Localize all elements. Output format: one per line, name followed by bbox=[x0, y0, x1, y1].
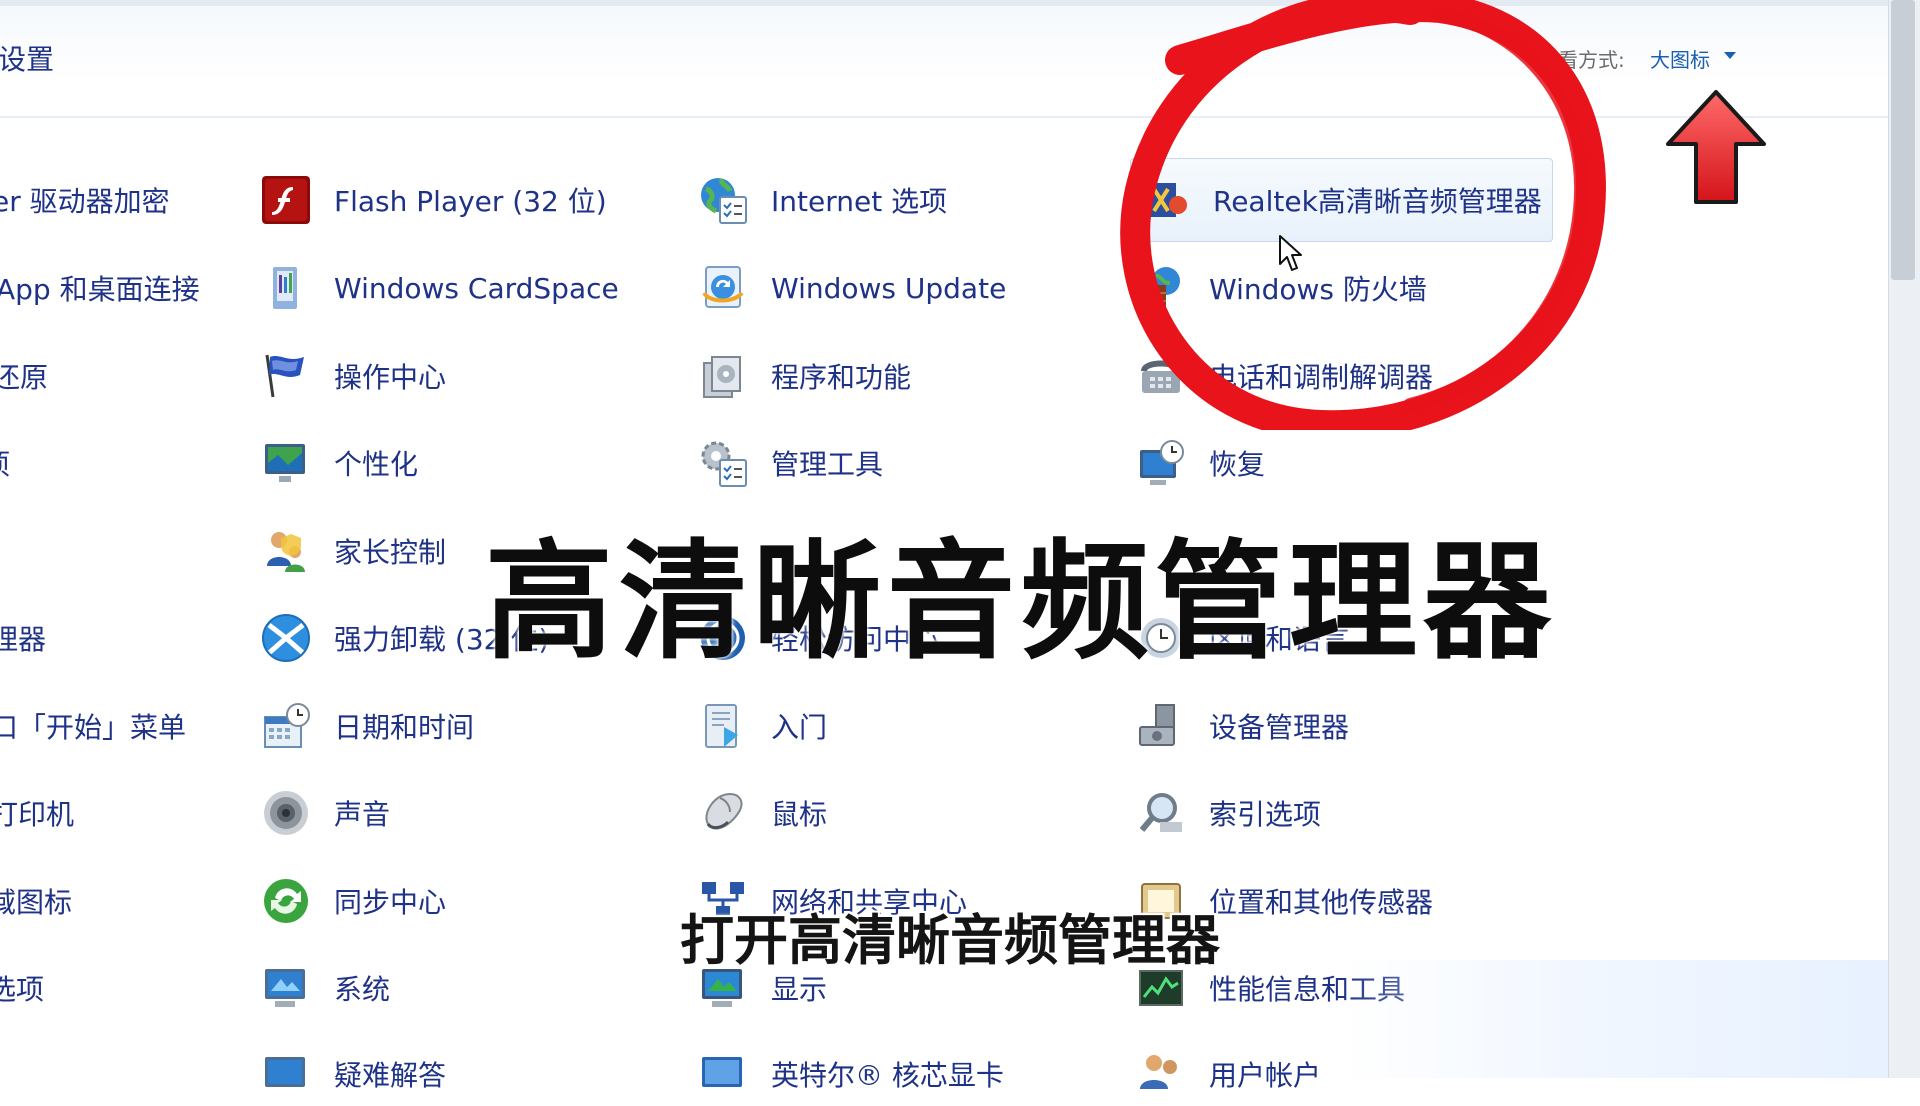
item-notification-icons[interactable]: 域图标 bbox=[0, 869, 72, 933]
intel-icon bbox=[697, 1048, 749, 1100]
datetime-icon bbox=[260, 700, 312, 752]
item-mouse[interactable]: 鼠标 bbox=[697, 781, 827, 845]
item-cardspace[interactable]: Windows CardSpace bbox=[260, 256, 619, 320]
item-folder-options[interactable]: 项 bbox=[0, 431, 10, 495]
item-remoteapp[interactable]: App 和桌面连接 bbox=[0, 256, 200, 320]
recovery-icon bbox=[1135, 437, 1187, 489]
item-getting-started[interactable]: 入门 bbox=[697, 694, 827, 758]
phone-icon bbox=[1135, 350, 1187, 402]
item-admin-tools[interactable]: 管理工具 bbox=[697, 431, 883, 495]
programs-icon bbox=[697, 350, 749, 402]
firewall-icon bbox=[1135, 262, 1187, 314]
item-date-time[interactable]: 日期和时间 bbox=[260, 694, 474, 758]
speaker-icon bbox=[260, 787, 312, 839]
item-restore[interactable]: 还原 bbox=[0, 344, 48, 408]
item-action-center[interactable]: 操作中心 bbox=[260, 344, 446, 408]
user-accounts-icon bbox=[1135, 1048, 1187, 1100]
admin-tools-icon bbox=[697, 437, 749, 489]
item-programs-features[interactable]: 程序和功能 bbox=[697, 344, 911, 408]
item-bitlocker[interactable]: er 驱动器加密 bbox=[0, 168, 170, 232]
video-subtitle: 打开高清晰音频管理器 bbox=[680, 909, 1220, 972]
sync-icon bbox=[260, 875, 312, 927]
system-icon bbox=[260, 962, 312, 1014]
item-indexing-options[interactable]: 索引选项 bbox=[1135, 781, 1321, 845]
item-options[interactable]: 选项 bbox=[0, 956, 44, 1020]
flash-icon bbox=[260, 174, 312, 226]
device-manager-icon bbox=[1135, 700, 1187, 752]
uninstall-icon bbox=[260, 612, 312, 664]
mouse-cursor-icon bbox=[1279, 235, 1302, 271]
item-credential-manager[interactable]: 理器 bbox=[0, 606, 46, 670]
update-icon bbox=[697, 262, 749, 314]
overlay-caption-title: 高清晰音频管理器 bbox=[485, 528, 1558, 677]
item-taskbar-start[interactable]: 口「开始」菜单 bbox=[0, 694, 186, 758]
indexing-icon bbox=[1135, 787, 1187, 839]
item-flash-player[interactable]: Flash Player (32 位) bbox=[260, 168, 607, 232]
personalize-icon bbox=[260, 437, 312, 489]
item-intel-graphics[interactable]: 英特尔® 核芯显卡 bbox=[697, 1042, 1004, 1106]
parental-icon bbox=[260, 525, 312, 577]
item-sound[interactable]: 声音 bbox=[260, 781, 390, 845]
screen-glare bbox=[1340, 960, 1888, 1078]
item-user-accounts[interactable]: 用户帐户 bbox=[1135, 1042, 1321, 1106]
item-personalization[interactable]: 个性化 bbox=[260, 431, 418, 495]
item-realtek-audio-manager[interactable]: Realtek高清晰音频管理器 bbox=[1130, 158, 1553, 242]
internet-icon bbox=[697, 174, 749, 226]
flag-icon bbox=[260, 350, 312, 402]
item-sync-center[interactable]: 同步中心 bbox=[260, 869, 446, 933]
item-system[interactable]: 系统 bbox=[260, 956, 390, 1020]
troubleshoot-icon bbox=[260, 1048, 312, 1100]
item-recovery[interactable]: 恢复 bbox=[1135, 431, 1265, 495]
realtek-icon bbox=[1139, 174, 1191, 226]
item-troubleshooting[interactable]: 疑难解答 bbox=[260, 1042, 446, 1106]
cardspace-icon bbox=[260, 262, 312, 314]
item-internet-options[interactable]: Internet 选项 bbox=[697, 168, 947, 232]
scrollbar-thumb[interactable] bbox=[1891, 0, 1915, 280]
getting-started-icon bbox=[697, 700, 749, 752]
item-printers[interactable]: 打印机 bbox=[0, 781, 74, 845]
item-phone-modem[interactable]: 电话和调制解调器 bbox=[1135, 344, 1433, 408]
mouse-icon bbox=[697, 787, 749, 839]
item-windows-update[interactable]: Windows Update bbox=[697, 256, 1006, 320]
item-parental-controls[interactable]: 家长控制 bbox=[260, 519, 446, 583]
annotation-arrow-icon bbox=[1666, 90, 1766, 204]
item-device-manager[interactable]: 设备管理器 bbox=[1135, 694, 1349, 758]
